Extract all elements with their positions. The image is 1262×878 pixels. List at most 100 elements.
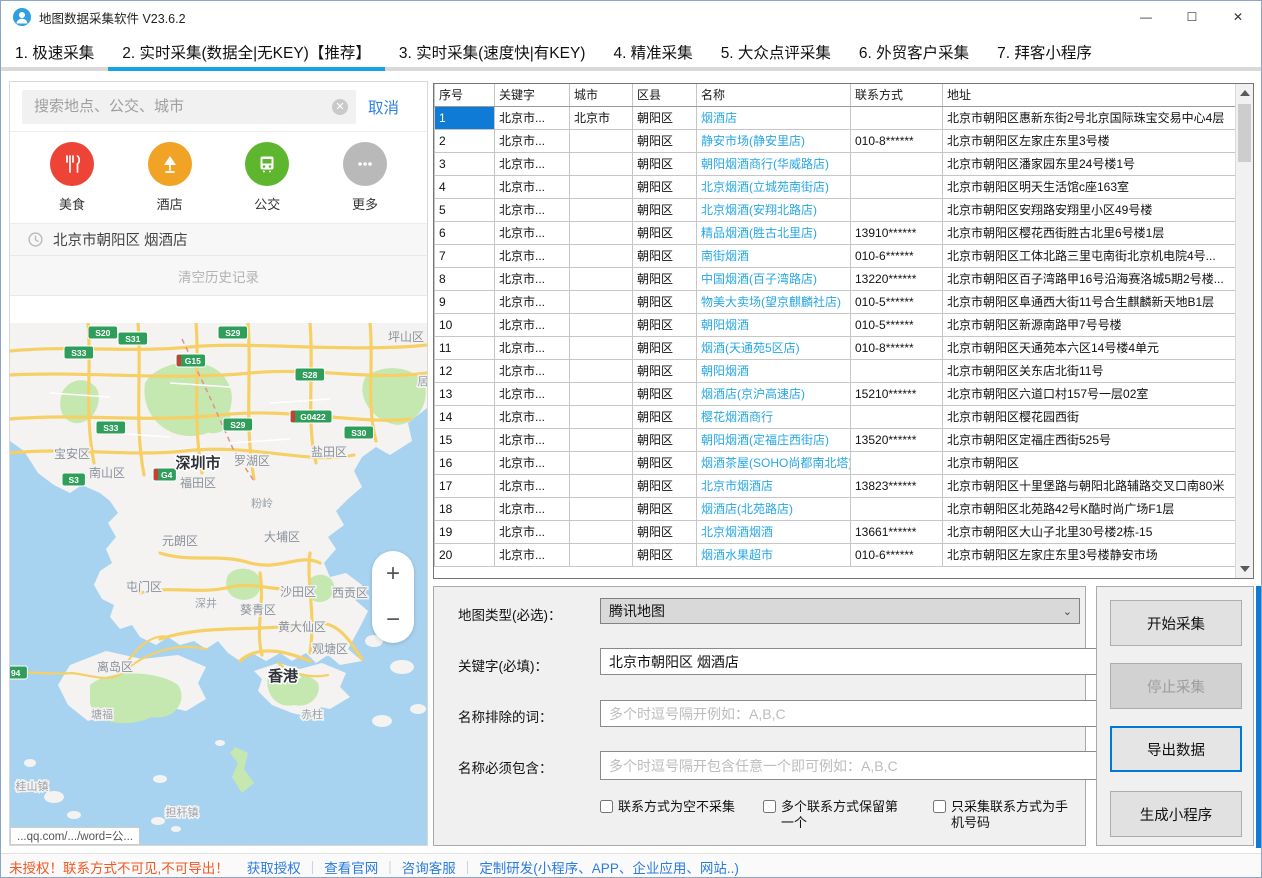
cell[interactable]: 北京市朝阳区新源南路甲7号号楼 — [943, 313, 1238, 336]
cell[interactable]: 精品烟酒(胜古北里店) — [697, 221, 851, 244]
cell[interactable] — [570, 267, 633, 290]
start-collect-button[interactable]: 开始采集 — [1110, 600, 1242, 646]
cell[interactable]: 朝阳区 — [633, 106, 697, 129]
cell[interactable]: 北京市... — [495, 359, 570, 382]
status-link-4[interactable]: 定制研发(小程序、APP、企业应用、网站..) — [479, 857, 739, 877]
cell[interactable] — [570, 290, 633, 313]
category-food[interactable]: 美食 — [46, 142, 98, 223]
cell[interactable]: 朝阳区 — [633, 405, 697, 428]
cell[interactable]: 北京市朝阳区樱花西街胜古北里6号楼1层 — [943, 221, 1238, 244]
cell[interactable]: 18 — [435, 497, 495, 520]
cell[interactable]: 010-6****** — [851, 244, 943, 267]
cell[interactable]: 朝阳烟酒 — [697, 359, 851, 382]
category-hotel[interactable]: 酒店 — [144, 142, 196, 223]
cell[interactable]: 朝阳区 — [633, 152, 697, 175]
cell[interactable]: 13823****** — [851, 474, 943, 497]
tab-2[interactable]: 2. 实时采集(数据全|无KEY)【推荐】 — [108, 33, 385, 71]
cell[interactable]: 13 — [435, 382, 495, 405]
column-header[interactable]: 序号 — [435, 84, 495, 106]
clear-history-row[interactable]: 清空历史记录 — [10, 256, 427, 296]
cell[interactable]: 北京市朝阳区六道口村157号一层02室 — [943, 382, 1238, 405]
stop-collect-button[interactable]: 停止采集 — [1110, 663, 1242, 709]
cell[interactable] — [851, 106, 943, 129]
cell[interactable]: 北京市... — [495, 520, 570, 543]
cell[interactable]: 北京市... — [495, 543, 570, 566]
cell[interactable] — [570, 152, 633, 175]
cell[interactable]: 北京市朝阳区定福庄西街525号 — [943, 428, 1238, 451]
cell[interactable]: 北京市... — [495, 451, 570, 474]
cell[interactable]: 烟酒店(京沪高速店) — [697, 382, 851, 405]
cell[interactable]: 北京市朝阳区樱花园西街 — [943, 405, 1238, 428]
cell[interactable]: 烟酒(天通苑5区店) — [697, 336, 851, 359]
cell[interactable]: 北京市烟酒店 — [697, 474, 851, 497]
table-scrollbar[interactable] — [1235, 84, 1253, 578]
cell[interactable]: 北京市朝阳区左家庄东里3号楼静安市场 — [943, 543, 1238, 566]
cell[interactable]: 朝阳区 — [633, 244, 697, 267]
cell[interactable]: 烟酒店 — [697, 106, 851, 129]
cell[interactable]: 17 — [435, 474, 495, 497]
cell[interactable]: 朝阳区 — [633, 267, 697, 290]
cell[interactable]: 静安市场(静安里店) — [697, 129, 851, 152]
cell[interactable]: 北京市... — [495, 405, 570, 428]
tab-3[interactable]: 3. 实时采集(速度快|有KEY) — [385, 33, 600, 71]
cell[interactable]: 11 — [435, 336, 495, 359]
close-button[interactable]: ✕ — [1215, 1, 1261, 33]
cell[interactable]: 朝阳区 — [633, 382, 697, 405]
checkbox-3[interactable]: 只采集联系方式为手机号码 — [933, 799, 1075, 832]
cell[interactable] — [570, 382, 633, 405]
cell[interactable]: 北京市... — [495, 267, 570, 290]
checkbox-input-2[interactable] — [763, 800, 776, 813]
cell[interactable]: 北京市朝阳区十里堡路与朝阳北路辅路交叉口南80米 — [943, 474, 1238, 497]
cell[interactable]: 北京市朝阳区潘家园东里24号楼1号 — [943, 152, 1238, 175]
cell[interactable]: 北京市 — [570, 106, 633, 129]
checkbox-input-1[interactable] — [600, 800, 613, 813]
cell[interactable]: 北京市... — [495, 244, 570, 267]
cell[interactable]: 南街烟酒 — [697, 244, 851, 267]
cell[interactable]: 烟酒水果超市 — [697, 543, 851, 566]
column-header[interactable]: 名称 — [697, 84, 851, 106]
cell[interactable]: 朝阳区 — [633, 129, 697, 152]
cell[interactable]: 樱花烟酒商行 — [697, 405, 851, 428]
cell[interactable]: 北京市朝阳区大山子北里30号楼2栋-15 — [943, 520, 1238, 543]
cell[interactable]: 2 — [435, 129, 495, 152]
cell[interactable]: 15 — [435, 428, 495, 451]
cell[interactable]: 朝阳区 — [633, 474, 697, 497]
column-header[interactable]: 城市 — [570, 84, 633, 106]
cell[interactable]: 7 — [435, 244, 495, 267]
cell[interactable]: 中国烟酒(百子湾路店) — [697, 267, 851, 290]
cell[interactable]: 北京市... — [495, 428, 570, 451]
cell[interactable]: 14 — [435, 405, 495, 428]
cell[interactable] — [851, 451, 943, 474]
cell[interactable] — [851, 405, 943, 428]
tab-1[interactable]: 1. 极速采集 — [1, 33, 108, 71]
cell[interactable]: 烟酒茶屋(SOHO尚都南北塔) — [697, 451, 851, 474]
cell[interactable]: 北京市... — [495, 175, 570, 198]
map-type-select[interactable]: 腾讯地图 ⌄ — [600, 598, 1080, 624]
cell[interactable]: 北京市朝阳区明天生活馆c座163室 — [943, 175, 1238, 198]
cell[interactable] — [570, 543, 633, 566]
cell[interactable]: 物美大卖场(望京麒麟社店) — [697, 290, 851, 313]
column-header[interactable]: 地址 — [943, 84, 1238, 106]
cell[interactable]: 010-8****** — [851, 336, 943, 359]
status-link-2[interactable]: 查看官网 — [324, 857, 378, 877]
tab-4[interactable]: 4. 精准采集 — [599, 33, 706, 71]
scrollbar-thumb[interactable] — [1238, 104, 1251, 162]
tab-6[interactable]: 6. 外贸客户采集 — [845, 33, 983, 71]
cell[interactable]: 北京市朝阳区天通苑本六区14号楼4单元 — [943, 336, 1238, 359]
cell[interactable]: 13220****** — [851, 267, 943, 290]
scroll-up-icon[interactable] — [1240, 90, 1250, 96]
cell[interactable] — [570, 359, 633, 382]
cell[interactable]: 朝阳区 — [633, 520, 697, 543]
history-item[interactable]: 北京市朝阳区 烟酒店 — [10, 224, 427, 256]
cell[interactable]: 13520****** — [851, 428, 943, 451]
cell[interactable]: 北京市... — [495, 129, 570, 152]
scroll-down-icon[interactable] — [1240, 566, 1250, 572]
cell[interactable] — [851, 175, 943, 198]
cell[interactable]: 1 — [435, 106, 495, 129]
status-link-3[interactable]: 咨询客服 — [402, 857, 456, 877]
cell[interactable]: 010-8****** — [851, 129, 943, 152]
cell[interactable]: 010-5****** — [851, 290, 943, 313]
cell[interactable]: 北京烟酒烟酒 — [697, 520, 851, 543]
cell[interactable] — [570, 520, 633, 543]
cell[interactable]: 15210****** — [851, 382, 943, 405]
